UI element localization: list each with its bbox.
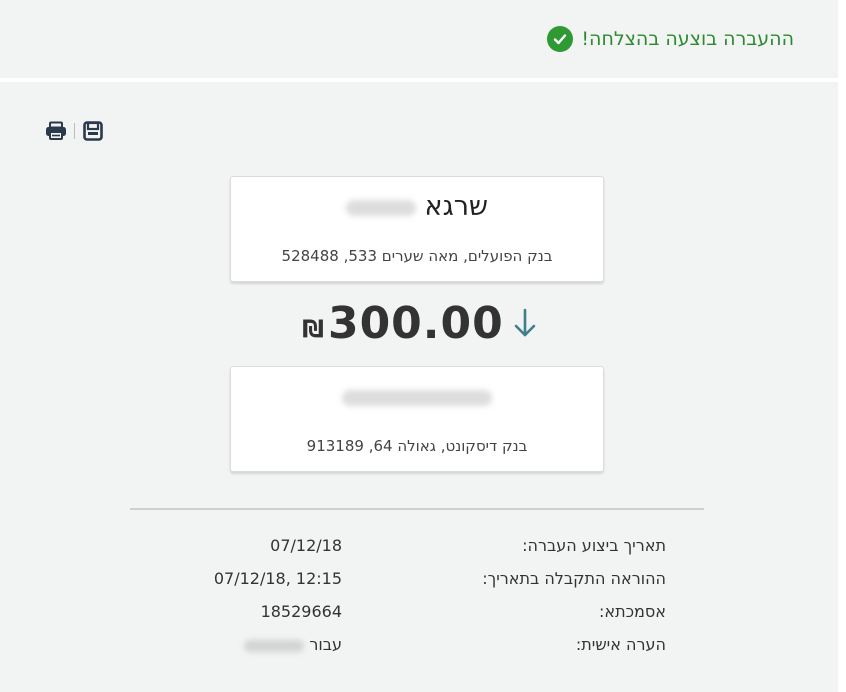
save-icon[interactable]	[81, 119, 105, 143]
personal-note-text: עבור	[309, 635, 342, 654]
from-account-bank: בנק הפועלים, מאה שערים 533, 528488	[281, 247, 553, 265]
amount-value: 300.00	[327, 298, 504, 349]
to-account-bank: בנק דיסקונט, גאולה 64, 913189	[306, 437, 528, 455]
transfer-details-panel: שרגא בנק הפועלים, מאה שערים 533, 528488 …	[0, 82, 838, 692]
success-text: ההעברה בוצעה בהצלחה!	[581, 28, 794, 50]
from-account-card: שרגא בנק הפועלים, מאה שערים 533, 528488	[230, 176, 604, 282]
personal-note-label: הערה אישית:	[575, 635, 666, 654]
divider	[130, 508, 704, 510]
detail-row: ההוראה התקבלה בתאריך: 12:15 ,07/12/18	[0, 561, 838, 594]
check-circle-icon	[547, 26, 574, 52]
from-account-name: שרגא	[424, 191, 489, 222]
detail-row: אסמכתא: 18529664	[0, 594, 838, 627]
arrow-down-icon	[514, 308, 536, 343]
redacted-name-blur	[345, 199, 416, 216]
print-icon[interactable]	[44, 119, 68, 143]
personal-note-value: עבור	[244, 635, 342, 654]
transfer-details: תאריך ביצוע העברה: 07/12/18 ההוראה התקבל…	[0, 528, 838, 660]
to-account-card: בנק דיסקונט, גאולה 64, 913189	[230, 366, 604, 472]
success-banner: ההעברה בוצעה בהצלחה!	[0, 0, 838, 78]
execution-date-label: תאריך ביצוע העברה:	[522, 536, 666, 555]
from-account-name-row: שרגא	[231, 191, 603, 222]
detail-row: תאריך ביצוע העברה: 07/12/18	[0, 528, 838, 561]
redacted-note-blur	[244, 639, 305, 652]
toolbar	[44, 119, 105, 143]
detail-row: הערה אישית: עבור	[0, 627, 838, 660]
currency-symbol: ₪	[302, 315, 324, 343]
toolbar-separator	[74, 123, 75, 139]
success-message: ההעברה בוצעה בהצלחה!	[547, 26, 794, 52]
received-date-label: ההוראה התקבלה בתאריך:	[482, 569, 666, 588]
to-account-name-row	[231, 381, 603, 412]
redacted-name-blur	[342, 389, 492, 406]
reference-label: אסמכתא:	[598, 602, 666, 621]
execution-date-value: 07/12/18	[270, 536, 342, 555]
reference-value: 18529664	[260, 602, 342, 621]
transfer-amount: ₪ 300.00	[0, 297, 838, 349]
received-date-value: 12:15 ,07/12/18	[213, 569, 342, 588]
